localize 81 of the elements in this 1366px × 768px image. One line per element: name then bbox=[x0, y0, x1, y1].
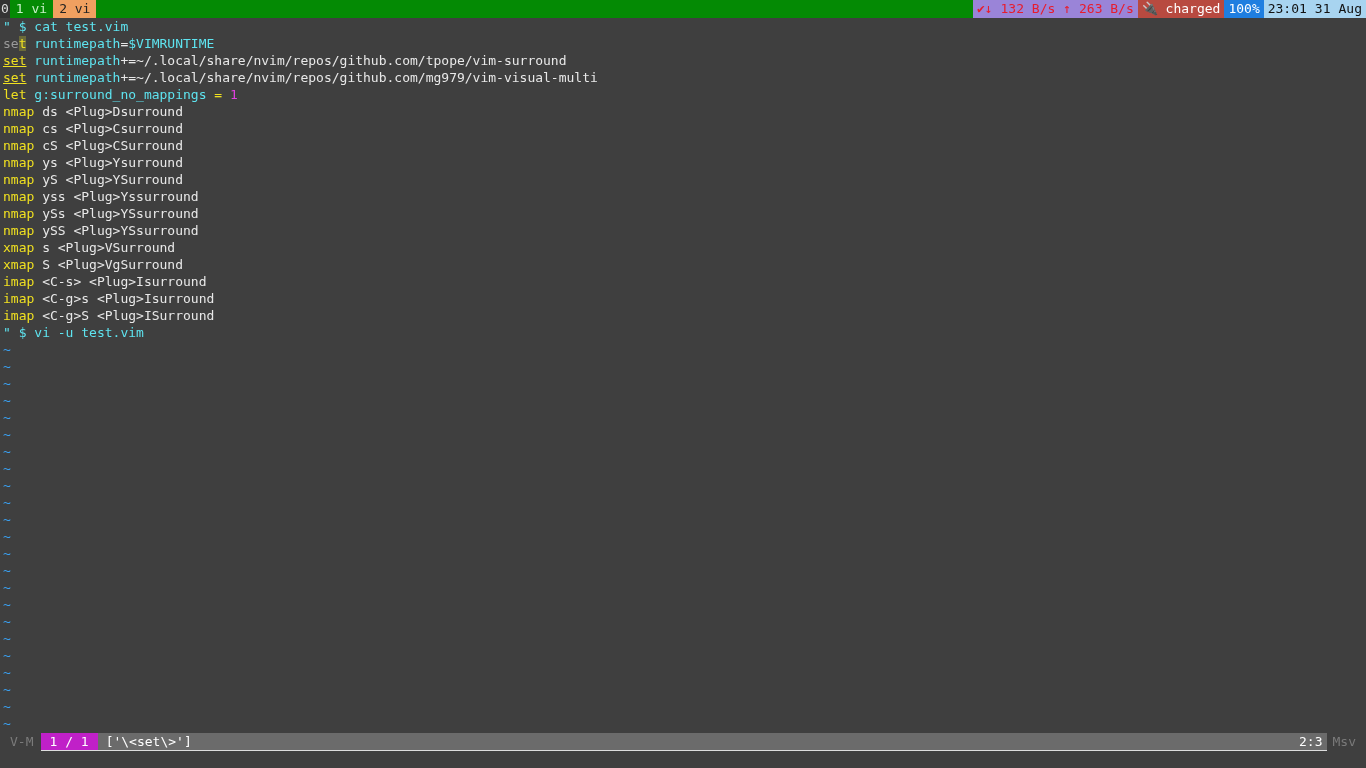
code-text: <C-g>s <Plug>Isurround bbox=[41, 291, 215, 306]
code-text: ySS <Plug>YSsurround bbox=[41, 223, 199, 238]
cursor-position: 2:3 bbox=[1299, 732, 1324, 750]
empty-line-marker: ~ bbox=[3, 597, 11, 612]
code-text: se bbox=[3, 36, 19, 51]
battery-status: 🔌 charged bbox=[1137, 0, 1225, 18]
empty-line-marker: ~ bbox=[3, 427, 11, 442]
code-text: yss <Plug>Yssurround bbox=[41, 189, 199, 204]
code-text: cs <Plug>Csurround bbox=[41, 121, 184, 136]
mode-indicator: V-M bbox=[9, 733, 35, 750]
empty-line-marker: ~ bbox=[3, 631, 11, 646]
tmux-window-tab[interactable]: 2 vi bbox=[53, 0, 97, 18]
empty-line-marker: ~ bbox=[3, 512, 11, 527]
code-text: g:surround_no_mappings bbox=[33, 87, 207, 102]
empty-line-marker: ~ bbox=[3, 546, 11, 561]
code-text: +=~/.local/share/nvim/repos/github.com/mg979/vim-visual-multi bbox=[120, 70, 598, 85]
code-text: cS <Plug>CSurround bbox=[41, 138, 184, 153]
empty-line-marker: ~ bbox=[3, 410, 11, 425]
code-text: 1 bbox=[228, 87, 238, 102]
empty-line-marker: ~ bbox=[3, 495, 11, 510]
code-text: <C-s> <Plug>Isurround bbox=[41, 274, 207, 289]
empty-line-marker: ~ bbox=[3, 699, 11, 714]
search-match: set bbox=[3, 70, 27, 85]
code-text: imap bbox=[3, 274, 35, 289]
match-index: 1 / 1 bbox=[41, 732, 98, 750]
code-text: S <Plug>VgSurround bbox=[41, 257, 184, 272]
code-text: nmap bbox=[3, 172, 35, 187]
empty-line-marker: ~ bbox=[3, 376, 11, 391]
code-text: " $ vi -u test.vim bbox=[3, 325, 144, 340]
code-text: xmap bbox=[3, 257, 35, 272]
code-text: imap bbox=[3, 308, 35, 323]
code-text: nmap bbox=[3, 223, 35, 238]
mode-indicator: Msv bbox=[1331, 733, 1357, 750]
code-text: = bbox=[120, 36, 129, 51]
clock-segment: 23:01 bbox=[1263, 0, 1311, 18]
clock-segment: 31 bbox=[1310, 0, 1335, 18]
code-text: ys <Plug>Ysurround bbox=[41, 155, 184, 170]
code-text: ds <Plug>Dsurround bbox=[41, 104, 184, 119]
tmux-window-tab[interactable]: 1 vi bbox=[9, 0, 54, 18]
code-text: runtimepath bbox=[33, 53, 121, 68]
code-text: runtimepath bbox=[33, 36, 121, 51]
empty-line-marker: ~ bbox=[3, 682, 11, 697]
empty-line-marker: ~ bbox=[3, 342, 11, 357]
cursor: t bbox=[18, 36, 27, 51]
search-match: set bbox=[3, 53, 27, 68]
empty-line-marker: ~ bbox=[3, 648, 11, 663]
code-text: = bbox=[213, 87, 223, 102]
empty-line-marker: ~ bbox=[3, 393, 11, 408]
code-text: imap bbox=[3, 291, 35, 306]
volume-level: 100% bbox=[1224, 0, 1264, 18]
empty-line-marker: ~ bbox=[3, 478, 11, 493]
code-text: +=~/.local/share/nvim/repos/github.com/tpope/vim-surround bbox=[120, 53, 567, 68]
code-text: xmap bbox=[3, 240, 35, 255]
code-text: ySs <Plug>YSsurround bbox=[41, 206, 199, 221]
code-text: $VIMRUNTIME bbox=[128, 36, 215, 51]
search-pattern: ['\<set\>'] bbox=[104, 732, 192, 750]
session-number: 0 bbox=[0, 0, 10, 18]
empty-line-marker: ~ bbox=[3, 529, 11, 544]
empty-line-marker: ~ bbox=[3, 614, 11, 629]
code-text: <C-g>S <Plug>ISurround bbox=[41, 308, 215, 323]
empty-line-marker: ~ bbox=[3, 716, 11, 731]
empty-line-marker: ~ bbox=[3, 444, 11, 459]
network-speed: ✔↓ 132 B/s bbox=[973, 0, 1060, 18]
code-text: nmap bbox=[3, 104, 35, 119]
code-text: nmap bbox=[3, 138, 35, 153]
empty-line-marker: ~ bbox=[3, 461, 11, 476]
code-text: nmap bbox=[3, 155, 35, 170]
code-text: nmap bbox=[3, 189, 35, 204]
empty-line-marker: ~ bbox=[3, 665, 11, 680]
code-text: nmap bbox=[3, 206, 35, 221]
empty-line-marker: ~ bbox=[3, 563, 11, 578]
empty-line-marker: ~ bbox=[3, 359, 11, 374]
empty-line-marker: ~ bbox=[3, 580, 11, 595]
code-text: s <Plug>VSurround bbox=[41, 240, 176, 255]
code-text: yS <Plug>YSurround bbox=[41, 172, 184, 187]
code-text: let bbox=[3, 87, 27, 102]
clock-segment: Aug bbox=[1334, 0, 1366, 18]
code-text: nmap bbox=[3, 121, 35, 136]
code-text: runtimepath bbox=[33, 70, 121, 85]
network-speed: ↑ 263 B/s bbox=[1059, 0, 1138, 18]
code-text: " $ cat test.vim bbox=[3, 19, 129, 34]
